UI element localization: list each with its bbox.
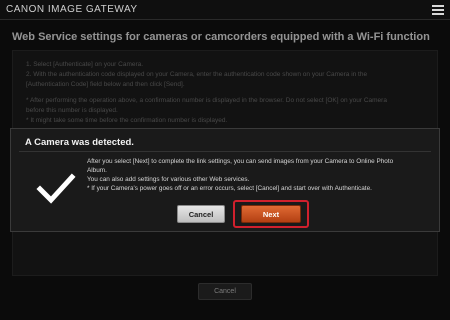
camera-detected-dialog: A Camera was detected. After you select … <box>10 128 440 232</box>
message-line: Album. <box>87 167 107 174</box>
message-line: After you select [Next] to complete the … <box>87 158 394 165</box>
dialog-title: A Camera was detected. <box>25 137 134 148</box>
canon-image-gateway-logo: CANON IMAGE GATEWAY <box>6 4 138 15</box>
dialog-message: After you select [Next] to complete the … <box>87 157 427 193</box>
header: CANON IMAGE GATEWAY <box>0 0 450 20</box>
message-line: * If your Camera's power goes off or an … <box>87 185 372 192</box>
checkmark-icon <box>36 173 76 204</box>
dialog-cancel-button[interactable]: Cancel <box>177 205 225 223</box>
dialog-divider <box>19 151 431 152</box>
next-button[interactable]: Next <box>241 205 301 223</box>
message-line: You can also add settings for various ot… <box>87 176 250 183</box>
hamburger-menu-icon[interactable] <box>432 5 444 15</box>
